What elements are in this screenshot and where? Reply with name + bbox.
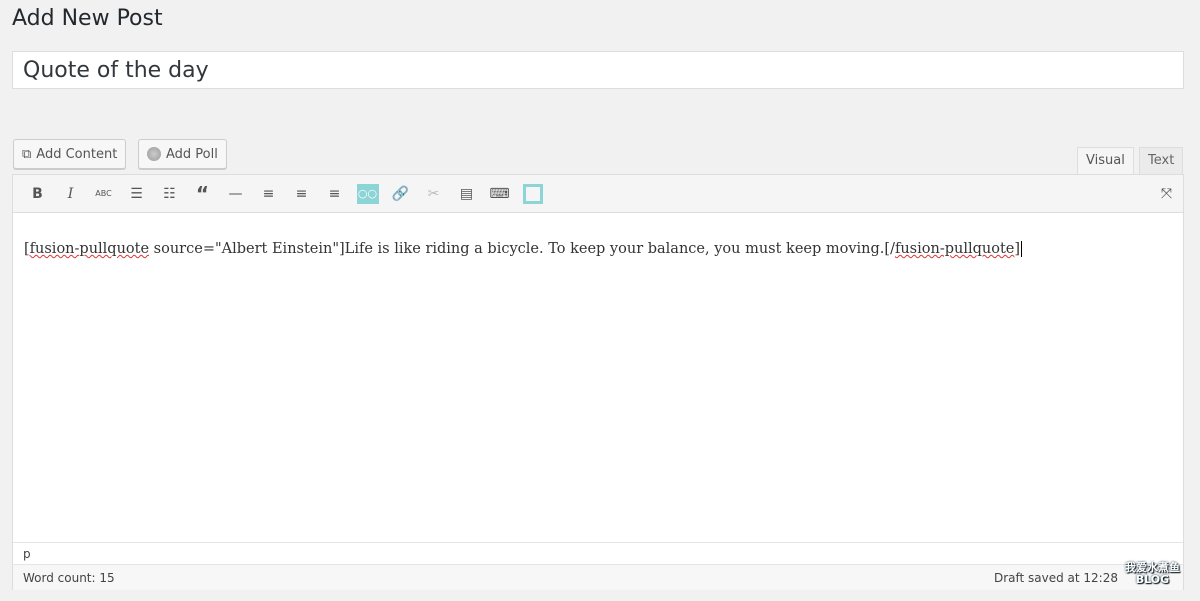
fullscreen-icon[interactable]: ⤧ (1150, 181, 1183, 207)
italic-icon[interactable]: I (54, 181, 87, 207)
page-title: Add New Post (12, 6, 163, 31)
blockquote-icon[interactable]: “ (186, 181, 219, 207)
horizontal-rule-icon[interactable]: — (219, 181, 252, 207)
watermark-logo: 我爱水煮鱼 BLOG (1125, 561, 1180, 586)
post-title-input[interactable]: Quote of the day (12, 51, 1184, 89)
bold-icon[interactable]: B (21, 181, 54, 207)
unlink-icon[interactable]: ✂ (417, 181, 450, 207)
word-count: Word count: 15 (23, 571, 115, 585)
add-poll-button[interactable]: Add Poll (138, 139, 227, 169)
strikethrough-icon[interactable]: ABC (87, 181, 120, 207)
fusion-shortcode-icon[interactable]: ○○ (351, 181, 384, 207)
add-content-button[interactable]: ⧉ Add Content (13, 139, 127, 169)
add-content-icon: ⧉ (22, 146, 32, 162)
draft-status: Draft saved at 12:28 (993, 571, 1118, 585)
layout-icon[interactable] (516, 181, 549, 207)
numbered-list-icon[interactable]: ☷ (153, 181, 186, 207)
read-more-icon[interactable]: ▤ (450, 181, 483, 207)
align-left-icon[interactable]: ≡ (252, 181, 285, 207)
element-path: p (13, 542, 1183, 564)
poll-icon (147, 147, 161, 161)
link-icon[interactable]: 🔗 (384, 181, 417, 207)
align-right-icon[interactable]: ≡ (318, 181, 351, 207)
status-bar: Word count: 15 Draft saved at 12:28 (13, 564, 1183, 590)
align-center-icon[interactable]: ≡ (285, 181, 318, 207)
editor-toolbar: B I ABC ☰ ☷ “ — ≡ ≡ ≡ ○○ 🔗 ✂ ▤ ⌨ ⤧ (13, 175, 1183, 213)
bullet-list-icon[interactable]: ☰ (120, 181, 153, 207)
editor-content[interactable]: [fusion-pullquote source="Albert Einstei… (13, 213, 1183, 285)
tab-text[interactable]: Text (1139, 147, 1184, 174)
editor: B I ABC ☰ ☷ “ — ≡ ≡ ≡ ○○ 🔗 ✂ ▤ ⌨ ⤧ [fusi… (12, 174, 1184, 590)
toolbar-toggle-icon[interactable]: ⌨ (483, 181, 516, 207)
tab-visual[interactable]: Visual (1077, 147, 1134, 174)
